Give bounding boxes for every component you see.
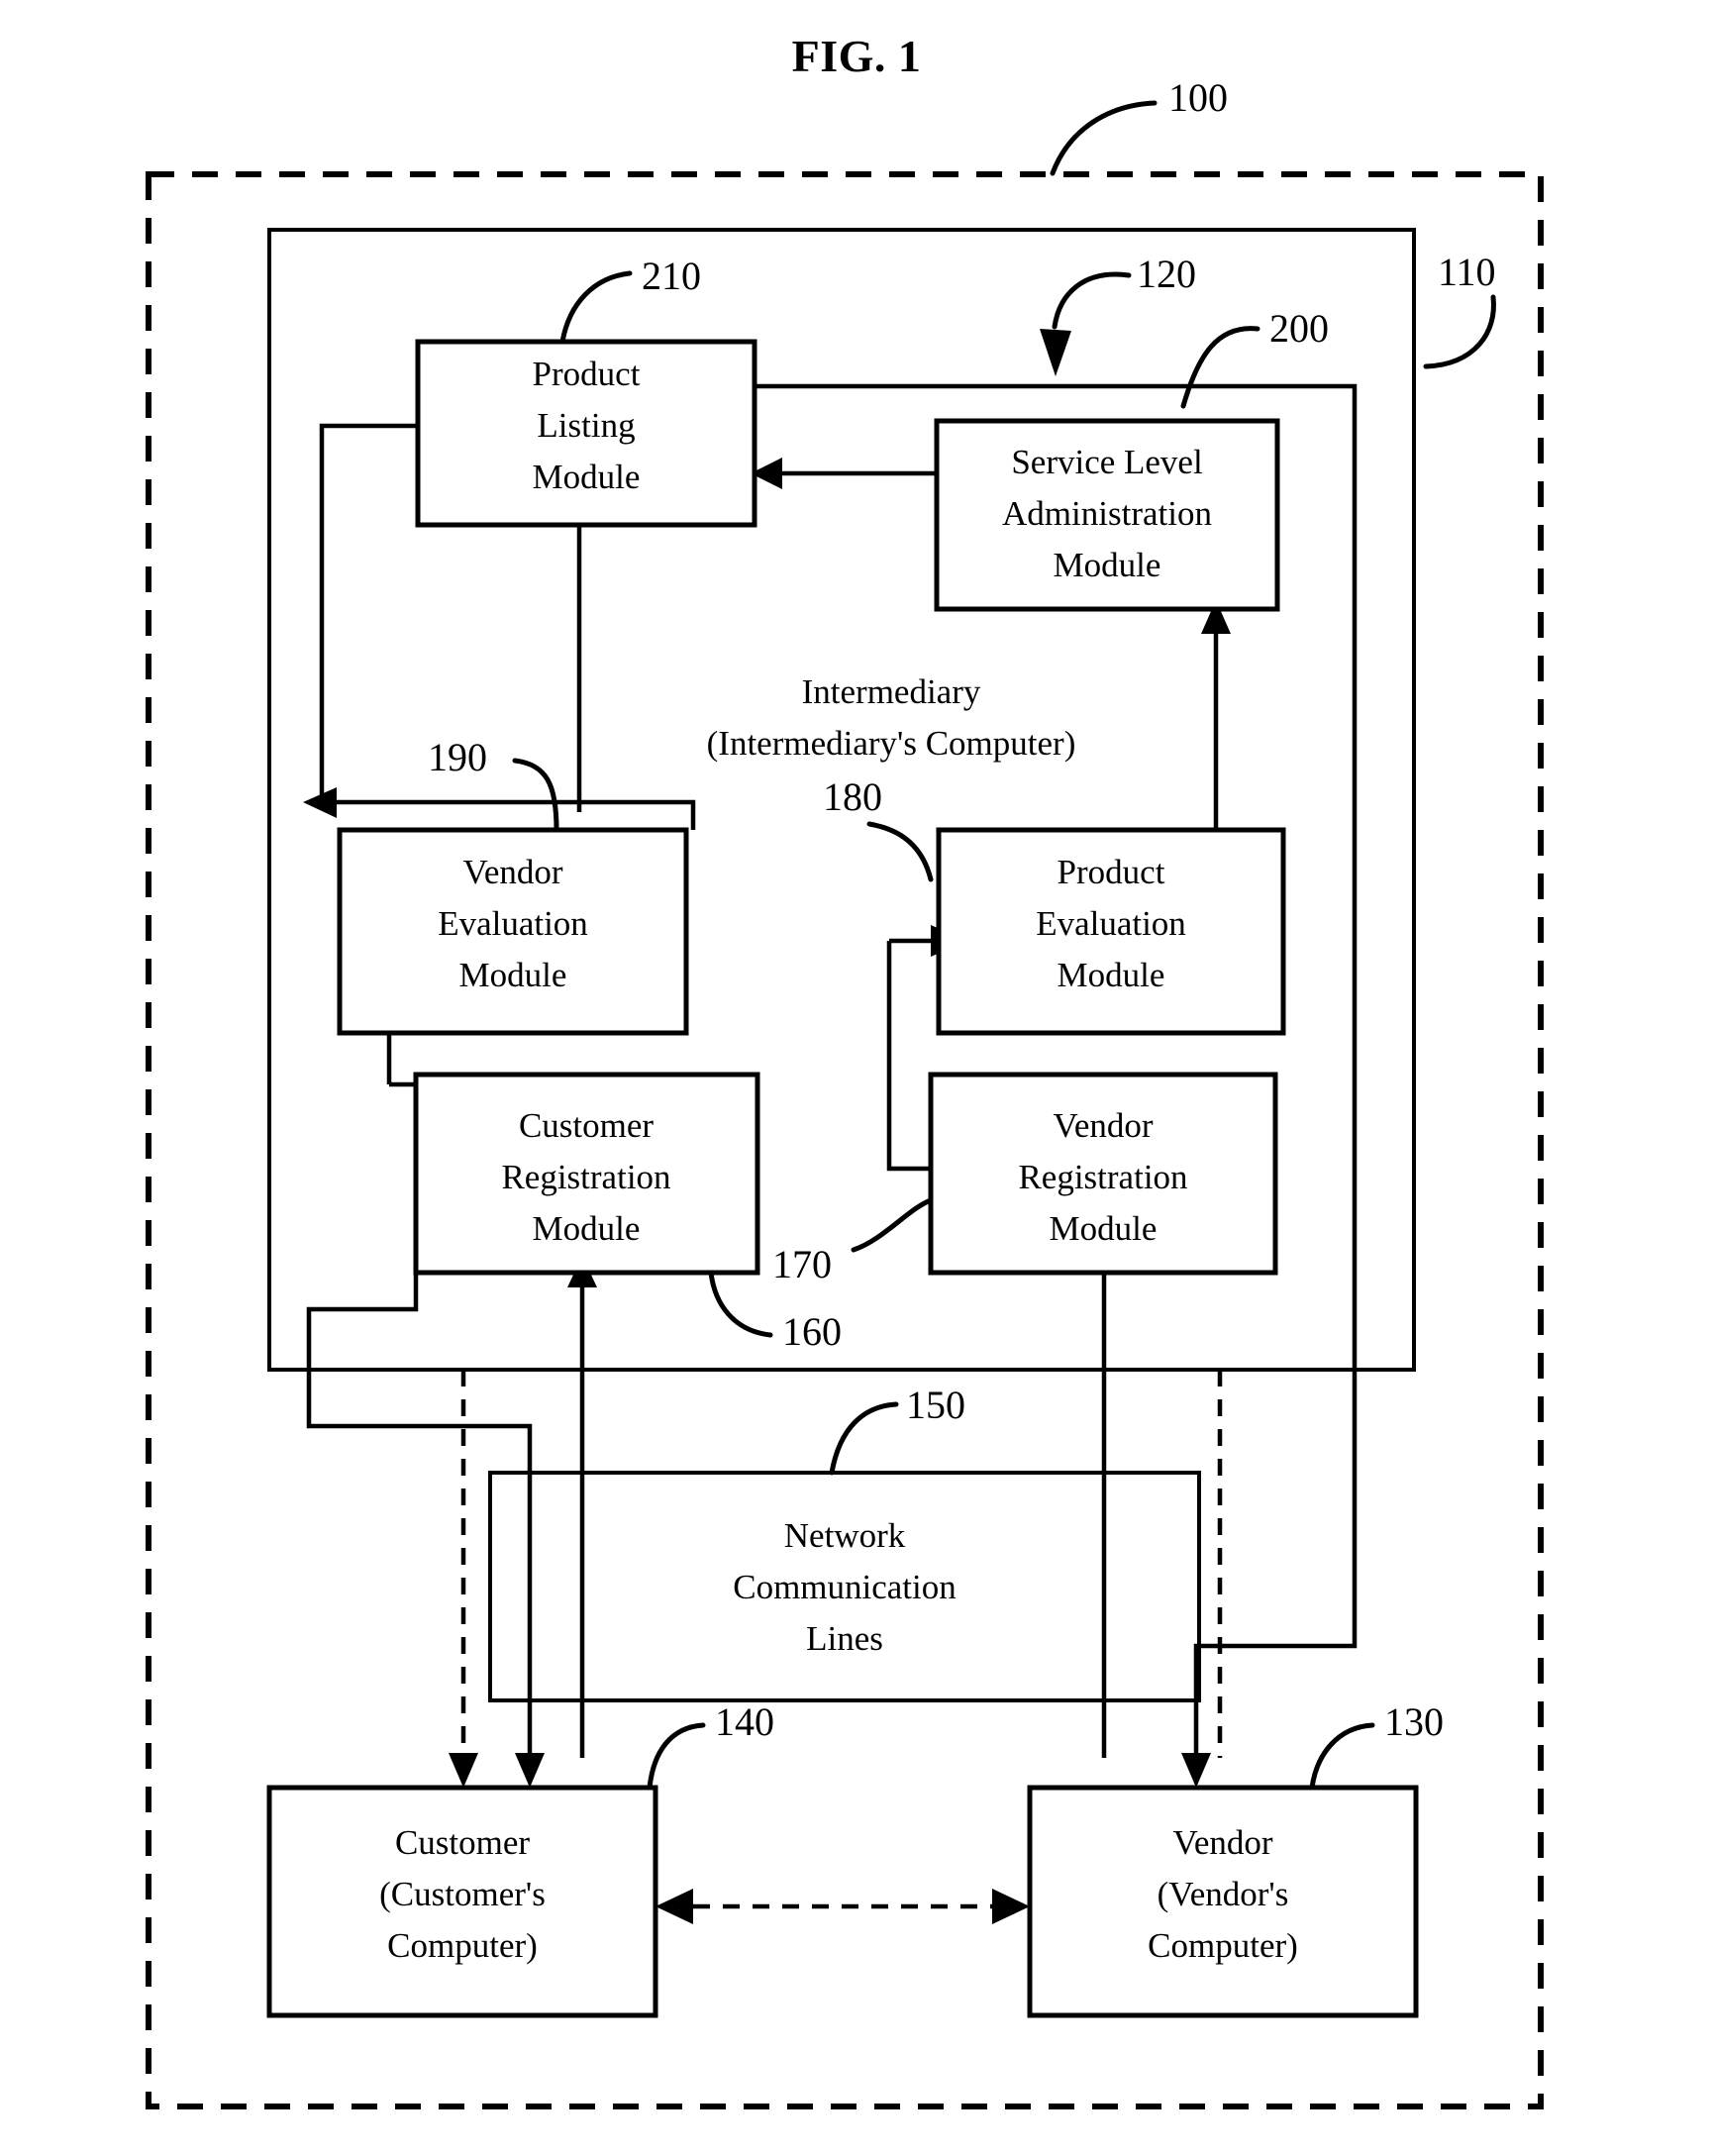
ref-140-leader: [647, 1722, 706, 1791]
ref-210-label: 210: [642, 254, 701, 298]
ref-180-leader: [866, 821, 934, 882]
service-level-label-line2: Administration: [1002, 494, 1212, 533]
ref-210-leader: [559, 270, 633, 345]
conn-dashed-to-customer-arrowhead: [449, 1753, 478, 1788]
ref-160-leader: [708, 1270, 773, 1338]
product-evaluation-label-line3: Module: [1058, 956, 1165, 994]
conn-vendreg-to-prodeval-rail: [886, 941, 933, 1172]
ref-150-label: 150: [906, 1383, 965, 1427]
ref-110-leader: [1423, 294, 1496, 369]
figure-canvas: FIG. 1 100 110 210 120 200 150 Product L…: [146, 31, 1544, 2109]
product-evaluation-label-line1: Product: [1058, 853, 1165, 891]
conn-custreg-down-left-rail: [306, 1258, 419, 1370]
ref-200-leader: [1180, 326, 1260, 409]
patent-figure: FIG. 1 100 110 210 120 200 150 Product L…: [0, 0, 1713, 2156]
customer-registration-label-line1: Customer: [519, 1106, 654, 1145]
customer-label-line3: Computer): [387, 1926, 538, 1965]
conn-customer-vendor-arrowhead-left: [655, 1889, 693, 1924]
vendor-registration-label-line2: Registration: [1018, 1158, 1187, 1196]
conn-to-customer-arrowhead-1: [515, 1753, 545, 1788]
intermediary-label-line2: (Intermediary's Computer): [707, 724, 1076, 763]
vendor-label-line3: Computer): [1148, 1926, 1298, 1965]
conn-listing-left-rail: [319, 423, 418, 802]
vendor-evaluation-label-line2: Evaluation: [438, 904, 588, 943]
ref-170-label: 170: [772, 1242, 832, 1286]
ref-160-label: 160: [782, 1309, 842, 1354]
ref-130-leader: [1309, 1722, 1375, 1791]
network-label-line1: Network: [784, 1516, 906, 1555]
ref-110-label: 110: [1438, 250, 1496, 294]
conn-right-rail-arrowhead: [1181, 1753, 1211, 1788]
customer-registration-label-line3: Module: [533, 1209, 641, 1248]
network-label-line2: Communication: [733, 1568, 957, 1606]
ref-190-label: 190: [428, 735, 487, 779]
vendor-evaluation-label-line3: Module: [459, 956, 567, 994]
vendor-label-line2: (Vendor's: [1158, 1875, 1289, 1913]
conn-customer-vendor-arrowhead-right: [992, 1889, 1030, 1924]
ref-100-leader: [1050, 100, 1158, 176]
vendor-registration-label-line3: Module: [1050, 1209, 1158, 1248]
vendor-registration-label-line1: Vendor: [1053, 1106, 1153, 1145]
ref-200-label: 200: [1269, 306, 1329, 351]
ref-190-leader: [512, 758, 559, 833]
figure-title: FIG. 1: [792, 31, 922, 81]
product-listing-label-line3: Module: [533, 458, 641, 496]
intermediary-label-line1: Intermediary: [802, 672, 981, 711]
customer-registration-label-line2: Registration: [501, 1158, 670, 1196]
ref-170-leader: [851, 1197, 934, 1253]
ref-120-leader: [1052, 271, 1132, 330]
customer-label-line2: (Customer's: [379, 1875, 546, 1913]
vendor-label-line1: Vendor: [1172, 1823, 1272, 1862]
ref-120-label: 120: [1137, 252, 1196, 296]
vendor-evaluation-label-line1: Vendor: [462, 853, 562, 891]
customer-label-line1: Customer: [395, 1823, 530, 1862]
service-level-label-line1: Service Level: [1011, 443, 1203, 481]
network-label-line3: Lines: [806, 1619, 883, 1658]
product-listing-label-line1: Product: [533, 355, 641, 393]
ref-150-leader: [829, 1401, 899, 1476]
conn-left-rail-to-vendoreval: [322, 799, 696, 830]
product-listing-label-line2: Listing: [537, 406, 635, 445]
ref-100-label: 100: [1168, 75, 1228, 120]
ref-130-label: 130: [1384, 1699, 1444, 1744]
product-evaluation-label-line2: Evaluation: [1036, 904, 1186, 943]
ref-180-label: 180: [823, 774, 882, 819]
ref-140-label: 140: [715, 1699, 774, 1744]
ref-120-arrowhead: [1040, 329, 1071, 376]
service-level-label-line3: Module: [1054, 546, 1161, 584]
